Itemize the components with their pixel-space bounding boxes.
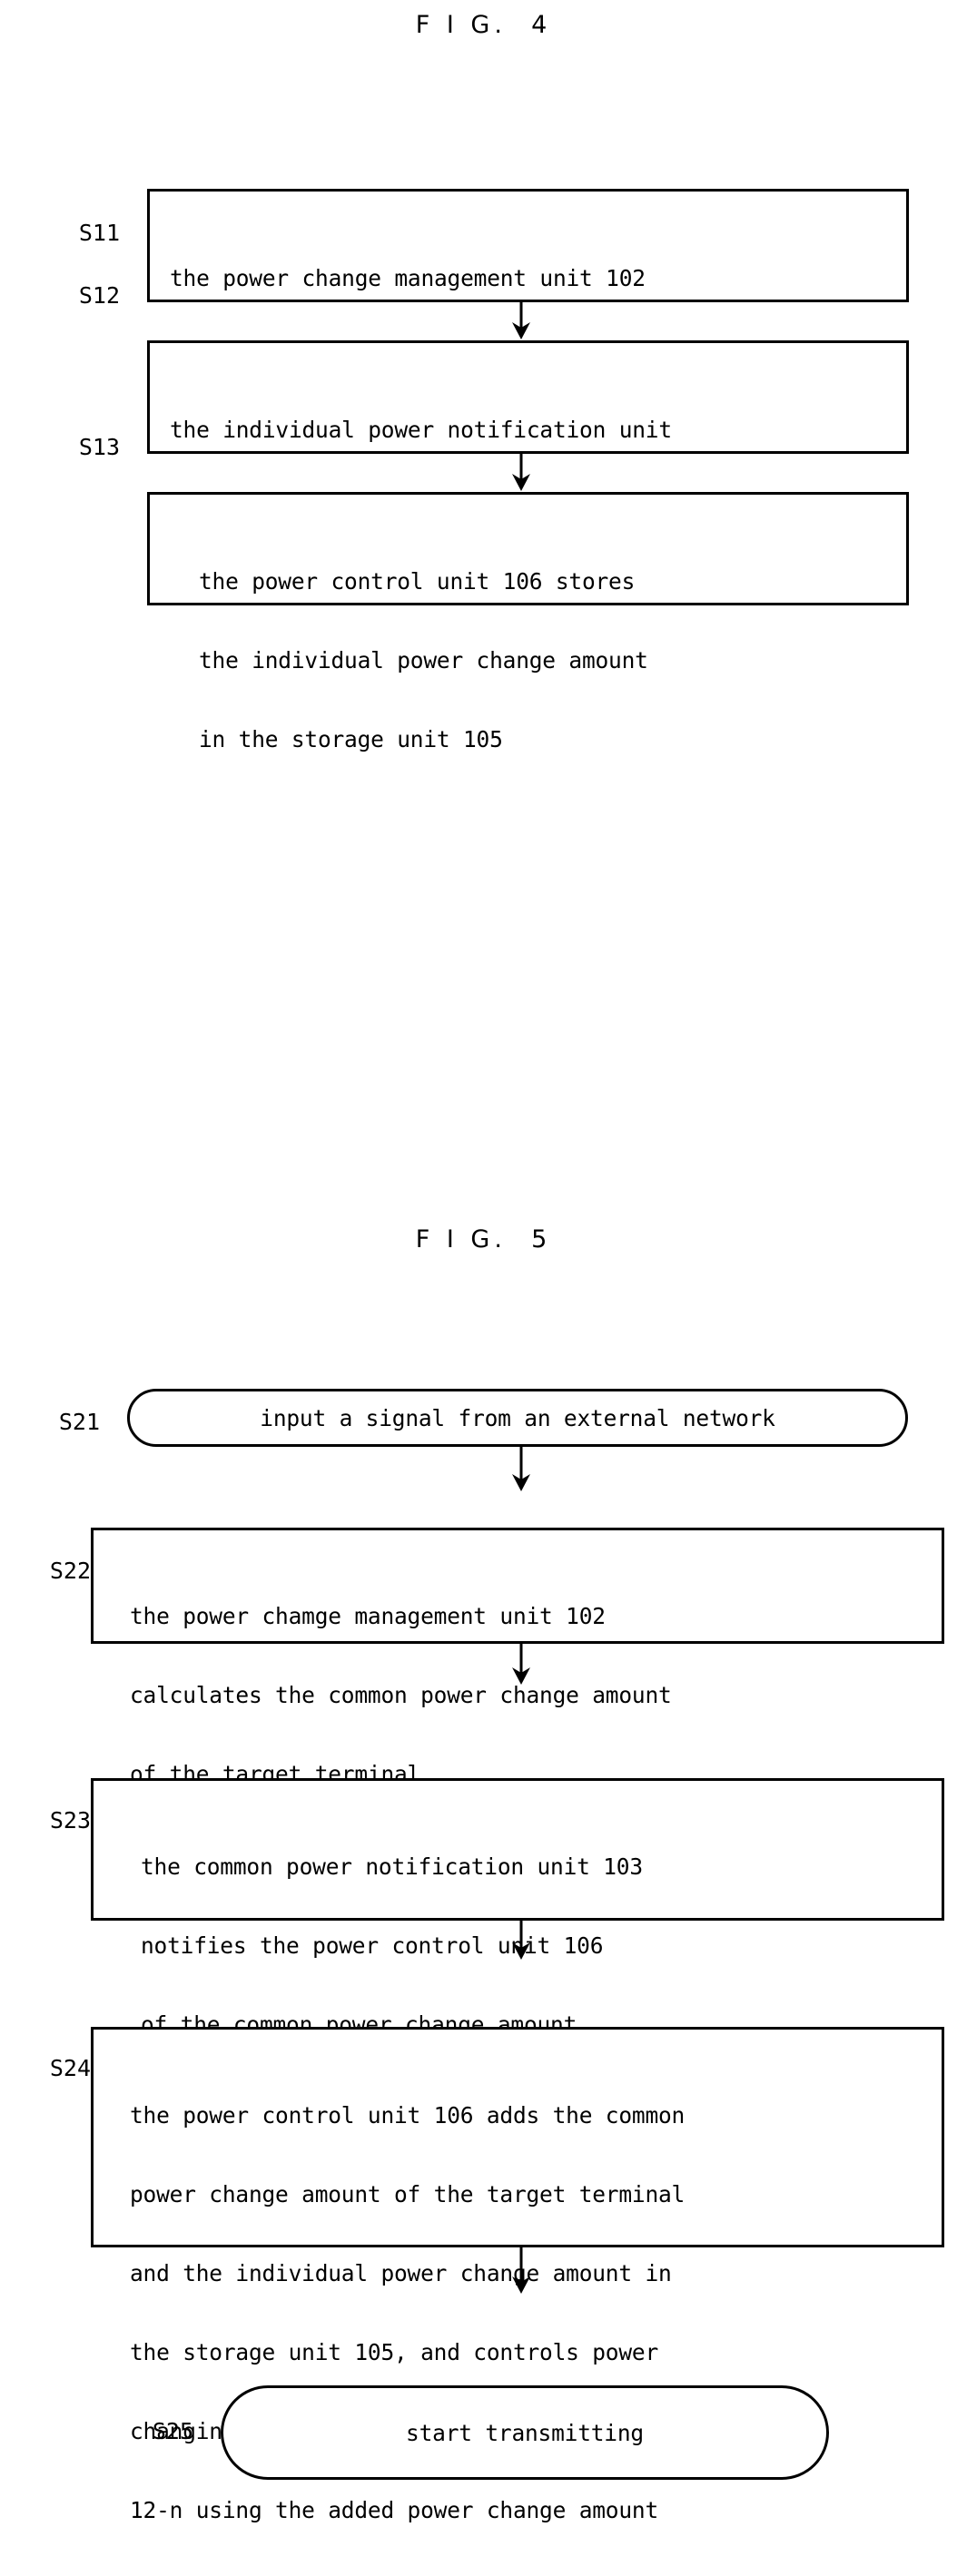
process-box-s13-text: the power control unit 106 stores the in… <box>199 516 648 805</box>
step-label-s22: S22 <box>49 1558 91 1584</box>
box-line: the storage unit 105, and controls power <box>130 2339 659 2365</box>
box-line: the individual power notification unit <box>170 417 672 443</box>
box-line: in the storage unit 105 <box>199 726 503 752</box>
step-label-s12: S12 <box>78 282 120 309</box>
box-line: the power control unit 106 stores <box>199 568 636 595</box>
box-line: power change amount of the target termin… <box>130 2181 686 2207</box>
box-line: notifies the power control unit 106 <box>141 1932 604 1959</box>
step-label-s21: S21 <box>58 1409 100 1435</box>
process-box-s11: the power change management unit 102 man… <box>147 189 909 449</box>
connector-arrow-s23-s24 <box>510 1921 532 1961</box>
patent-drawing-sheet: F I G. 4 S11 the power change management… <box>0 0 967 2523</box>
box-line: the power chamge management unit 102 <box>130 1603 606 1629</box>
step-label-s23: S23 <box>49 1807 91 1834</box>
box-line: the power control unit 106 adds the comm… <box>130 2102 686 2129</box>
process-box-s23: the common power notification unit 103 n… <box>91 1778 944 2117</box>
terminator-box-s25-text: start transmitting <box>406 2367 644 2499</box>
box-line: the power change management unit 102 <box>170 265 646 291</box>
process-box-s12: the individual power notification unit 1… <box>147 340 909 601</box>
step-label-s11: S11 <box>78 220 120 246</box>
box-line: input a signal from an external network <box>260 1404 775 1431</box>
terminator-box-s25: start transmitting <box>221 2385 829 2480</box>
figure-5-caption: F I G. 5 <box>415 1225 552 1254</box>
connector-arrow-s11-s12 <box>510 302 532 340</box>
box-line: the individual power change amount <box>199 647 648 673</box>
process-box-s24: the power control unit 106 adds the comm… <box>91 2027 944 2523</box>
box-line: and the individual power change amount i… <box>130 2260 672 2286</box>
process-box-s13: the power control unit 106 stores the in… <box>147 492 909 752</box>
box-line: 12-n using the added power change amount <box>130 2497 659 2523</box>
process-box-s22: the power chamge management unit 102 cal… <box>91 1528 944 1787</box>
connector-arrow-s21-s22 <box>510 1447 532 1492</box>
step-label-s13: S13 <box>78 434 120 460</box>
step-label-s25: S25 <box>152 2418 193 2444</box>
connector-arrow-s12-s13 <box>510 454 532 492</box>
step-label-s24: S24 <box>49 2055 91 2081</box>
connector-arrow-s24-s25 <box>510 2247 532 2295</box>
box-line: the common power notification unit 103 <box>141 1853 643 1880</box>
connector-arrow-s22-s23 <box>510 1644 532 1686</box>
terminator-box-s21: input a signal from an external network <box>127 1389 908 1447</box>
box-line: start transmitting <box>406 2419 644 2446</box>
figure-4-caption: F I G. 4 <box>415 11 552 39</box>
box-line: calculates the common power change amoun… <box>130 1682 672 1708</box>
